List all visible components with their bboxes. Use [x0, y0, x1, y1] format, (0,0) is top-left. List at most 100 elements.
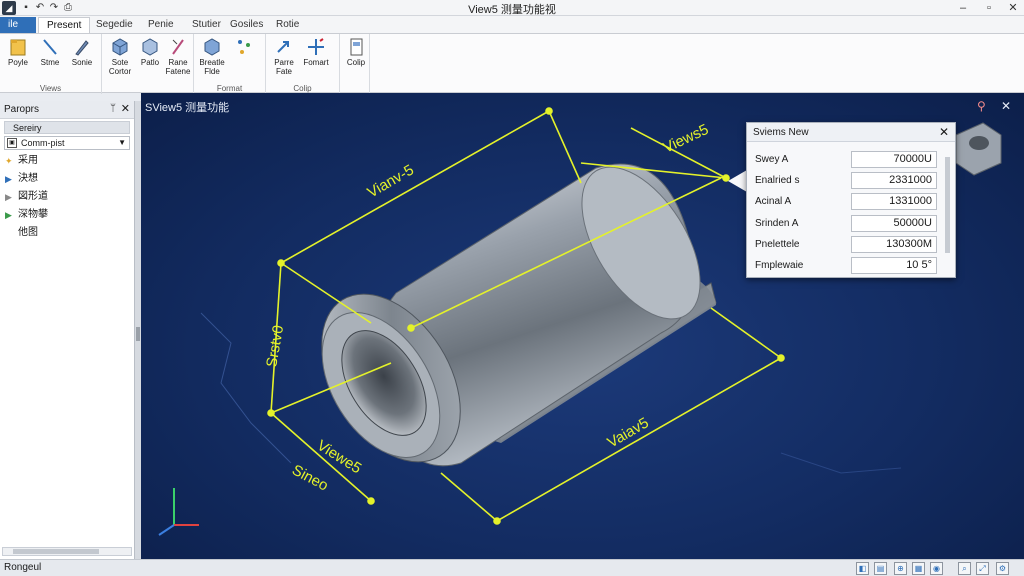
maximize-icon[interactable]: ▫: [978, 0, 1000, 16]
settings-icon[interactable]: ⚙: [996, 562, 1009, 575]
sote-cortor-button[interactable]: Sote Cortor: [104, 36, 136, 80]
dialog-row-value[interactable]: 70000U: [851, 151, 937, 168]
tree-item[interactable]: ✦ 采用: [0, 152, 134, 170]
dimension-label[interactable]: Views5: [661, 121, 712, 157]
close-dialog-icon[interactable]: ✕: [939, 125, 949, 139]
sonie-button[interactable]: Sonie: [66, 36, 98, 80]
dialog-row-value[interactable]: 1331000: [851, 193, 937, 210]
horizontal-scrollbar[interactable]: [2, 547, 132, 556]
dimension-point[interactable]: [545, 107, 553, 115]
tree-item[interactable]: ▶ 図形道: [0, 188, 134, 206]
dimension-point[interactable]: [267, 409, 275, 417]
tab-file[interactable]: ile: [0, 17, 36, 33]
dialog-scrollbar[interactable]: [944, 149, 952, 273]
cube-icon: [204, 38, 220, 56]
panel-section-header[interactable]: Sereiry: [4, 121, 130, 134]
dialog-row: Pnelettele 130300M: [755, 236, 939, 254]
parre-fate-label: Parre Fate: [274, 58, 294, 76]
dialog-row: Enalried s 2331000: [755, 172, 939, 190]
cube-icon: [142, 38, 158, 56]
dialog-header[interactable]: Sviems New ✕: [747, 123, 955, 142]
ribbon-group-views-label: Views: [39, 84, 62, 93]
dimension-label[interactable]: Vianv-5: [365, 161, 417, 201]
ribbon-group-colip-label: Colip: [293, 84, 312, 93]
breatle-flde-button[interactable]: Breatle Flde: [196, 36, 228, 80]
colip-button[interactable]: Colip: [340, 36, 372, 80]
tab-penie[interactable]: Penie: [140, 17, 182, 33]
ribbon-group-format-label: Format: [216, 84, 243, 93]
dimension-point[interactable]: [277, 259, 285, 267]
properties-panel: Paroprs ᛘ ✕ Sereiry ▣ Comm-pist ▼ ✦ 采用 ▶…: [0, 101, 135, 559]
snap-icon[interactable]: ⊕: [894, 562, 907, 575]
tab-gosiles[interactable]: Gosiles: [222, 17, 271, 33]
close-window-icon[interactable]: ✕: [1002, 0, 1024, 16]
tree-item-label: 他图: [18, 227, 38, 238]
poyle-button[interactable]: Poyle: [2, 36, 34, 80]
ribbon-group-format: Breatle Flde Format: [194, 34, 266, 94]
layer-icon[interactable]: ▤: [874, 562, 887, 575]
grid-icon[interactable]: ▦: [912, 562, 925, 575]
fomart-label: Fomart: [303, 58, 329, 67]
view-icon[interactable]: ◧: [856, 562, 869, 575]
tree-item[interactable]: ▶ 決想: [0, 170, 134, 188]
tree-item-label: 采用: [18, 155, 38, 166]
panel-combo[interactable]: ▣ Comm-pist ▼: [4, 136, 130, 150]
dialog-row: Fmplewaie 10 5°: [755, 257, 939, 275]
tab-present[interactable]: Present: [38, 17, 91, 33]
properties-panel-header: Paroprs ᛘ ✕: [0, 101, 134, 119]
dialog-callout-pointer: [728, 170, 747, 192]
stme-button[interactable]: Stme: [34, 36, 66, 80]
dialog-row-value[interactable]: 130300M: [851, 236, 937, 253]
parre-fate-button[interactable]: Parre Fate: [268, 36, 300, 80]
extension-line[interactable]: [548, 110, 582, 184]
dimension-point[interactable]: [367, 497, 375, 505]
expand-triangle-icon[interactable]: ▶: [5, 170, 12, 188]
tab-rotie[interactable]: Rotie: [268, 17, 307, 33]
ribbon-group-2: Sote Cortor Patlo Rane Fatene: [102, 34, 194, 94]
dialog-title: Sviems New: [753, 127, 809, 138]
expand-triangle-icon[interactable]: ▶: [5, 206, 12, 224]
pin-icon[interactable]: ᛘ: [110, 103, 116, 114]
scrollbar-thumb[interactable]: [945, 157, 950, 253]
splitter-grip[interactable]: [136, 327, 140, 341]
close-panel-icon[interactable]: ✕: [121, 102, 130, 115]
camera-icon[interactable]: ◉: [930, 562, 943, 575]
ribbon-group-5: Colip: [340, 34, 370, 94]
extension-line[interactable]: [440, 472, 498, 522]
scrollbar-thumb[interactable]: [13, 549, 99, 554]
minimize-icon[interactable]: –: [952, 0, 974, 16]
expand-triangle-icon[interactable]: ▶: [5, 188, 12, 206]
measure-tools-button[interactable]: [228, 36, 260, 80]
tree-item-label: 深物攀: [18, 209, 48, 220]
close-viewport-icon[interactable]: ✕: [1001, 99, 1011, 113]
status-text: Rongeul: [4, 562, 42, 573]
tree-item[interactable]: ▶ 深物攀: [0, 206, 134, 224]
dimension-point[interactable]: [493, 517, 501, 525]
dimension-label[interactable]: Srstv0: [263, 324, 287, 369]
dialog-row-key: Pnelettele: [755, 239, 800, 250]
status-bar: Rongeul ◧ ▤ ⊕ ▦ ◉ ⌕ ⤢ ⚙: [0, 559, 1024, 576]
fomart-button[interactable]: Fomart: [300, 36, 332, 80]
arrow-icon: [277, 41, 289, 53]
dimension-point[interactable]: [407, 324, 415, 332]
dialog-row-key: Swey A: [755, 154, 789, 165]
sote-cortor-label: Sote Cortor: [108, 58, 132, 76]
view-cube-icon[interactable]: [955, 122, 1002, 176]
fit-icon[interactable]: ⤢: [976, 562, 989, 575]
dialog-row-value[interactable]: 50000U: [851, 215, 937, 232]
dimension-label[interactable]: Sineo: [289, 462, 331, 495]
axis-triad: [158, 488, 199, 536]
combo-value: Comm-pist: [21, 138, 65, 148]
dimension-leader[interactable]: [280, 262, 372, 324]
dialog-row-value[interactable]: 2331000: [851, 172, 937, 189]
zoom-icon[interactable]: ⌕: [958, 562, 971, 575]
tree-item[interactable]: 他图: [0, 224, 134, 242]
rane-fatene-button[interactable]: Rane Fatene: [162, 36, 194, 80]
tab-segedie[interactable]: Segedie: [88, 17, 141, 33]
extension-line[interactable]: [710, 307, 782, 359]
dimension-point[interactable]: [777, 354, 785, 362]
pen-icon: [75, 40, 89, 56]
chevron-down-icon[interactable]: ▼: [118, 137, 126, 149]
viewport-pin-icon[interactable]: ⚲: [977, 99, 986, 113]
dialog-row-value[interactable]: 10 5°: [851, 257, 937, 274]
